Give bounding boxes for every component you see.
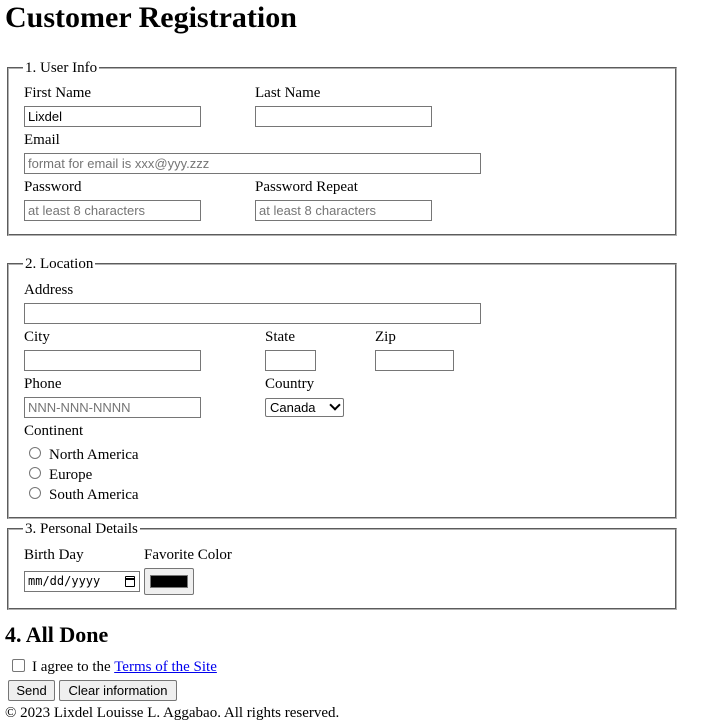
chevron-down-icon: [329, 399, 341, 411]
calendar-icon[interactable]: [125, 576, 135, 587]
send-button[interactable]: Send: [8, 680, 55, 701]
footer-copyright: © 2023 Lixdel Louisse L. Aggabao. All ri…: [5, 705, 340, 721]
radio-north-america[interactable]: [29, 447, 41, 459]
phone-label: Phone: [24, 376, 62, 392]
continent-label: Continent: [24, 423, 84, 439]
agree-checkbox[interactable]: [12, 659, 25, 672]
first-name-label: First Name: [24, 85, 92, 101]
address-input[interactable]: [24, 303, 481, 324]
user-info-legend: 1. User Info: [23, 59, 100, 77]
birthday-label: Birth Day: [24, 547, 84, 563]
country-selected-value: Canada: [270, 400, 316, 415]
color-swatch: [150, 575, 188, 588]
city-label: City: [24, 329, 50, 345]
email-label: Email: [24, 132, 60, 148]
last-name-input[interactable]: [255, 106, 432, 127]
location-fieldset: 2. Location: [7, 255, 677, 519]
favorite-color-label: Favorite Color: [144, 547, 232, 563]
personal-details-fieldset: 3. Personal Details: [7, 520, 677, 610]
country-label: Country: [265, 376, 315, 392]
agree-text: I agree to the Terms of the Site: [32, 658, 217, 676]
password-label: Password: [24, 179, 82, 195]
radio-south-america[interactable]: [29, 487, 41, 499]
terms-link[interactable]: Terms of the Site: [114, 659, 217, 675]
last-name-label: Last Name: [255, 85, 321, 101]
page-title: Customer Registration: [5, 1, 297, 34]
agree-prefix: I agree to the: [32, 659, 115, 675]
radio-europe[interactable]: [29, 467, 41, 479]
radio-label-south-america: South America: [49, 487, 139, 503]
radio-label-europe: Europe: [49, 467, 93, 483]
country-select[interactable]: Canada: [265, 398, 344, 417]
password-repeat-label: Password Repeat: [255, 179, 358, 195]
password-input[interactable]: at least 8 characters: [24, 200, 201, 221]
location-legend: 2. Location: [23, 255, 96, 273]
favorite-color-picker[interactable]: [144, 568, 194, 595]
first-name-input[interactable]: Lixdel: [24, 106, 201, 127]
birthday-placeholder: mm/dd/yyyy: [28, 574, 101, 588]
all-done-heading: 4. All Done: [5, 622, 109, 647]
birthday-input[interactable]: mm/dd/yyyy: [24, 571, 140, 592]
address-label: Address: [24, 282, 74, 298]
personal-details-legend: 3. Personal Details: [23, 520, 140, 538]
phone-input[interactable]: NNN-NNN-NNNN: [24, 397, 201, 418]
zip-input[interactable]: [375, 350, 454, 371]
clear-information-button[interactable]: Clear information: [59, 680, 177, 701]
password-repeat-input[interactable]: at least 8 characters: [255, 200, 432, 221]
radio-label-north-america: North America: [49, 447, 139, 463]
state-label: State: [265, 329, 295, 345]
zip-label: Zip: [375, 329, 396, 345]
email-input[interactable]: format for email is xxx@yyy.zzz: [24, 153, 481, 174]
state-input[interactable]: [265, 350, 316, 371]
city-input[interactable]: [24, 350, 201, 371]
